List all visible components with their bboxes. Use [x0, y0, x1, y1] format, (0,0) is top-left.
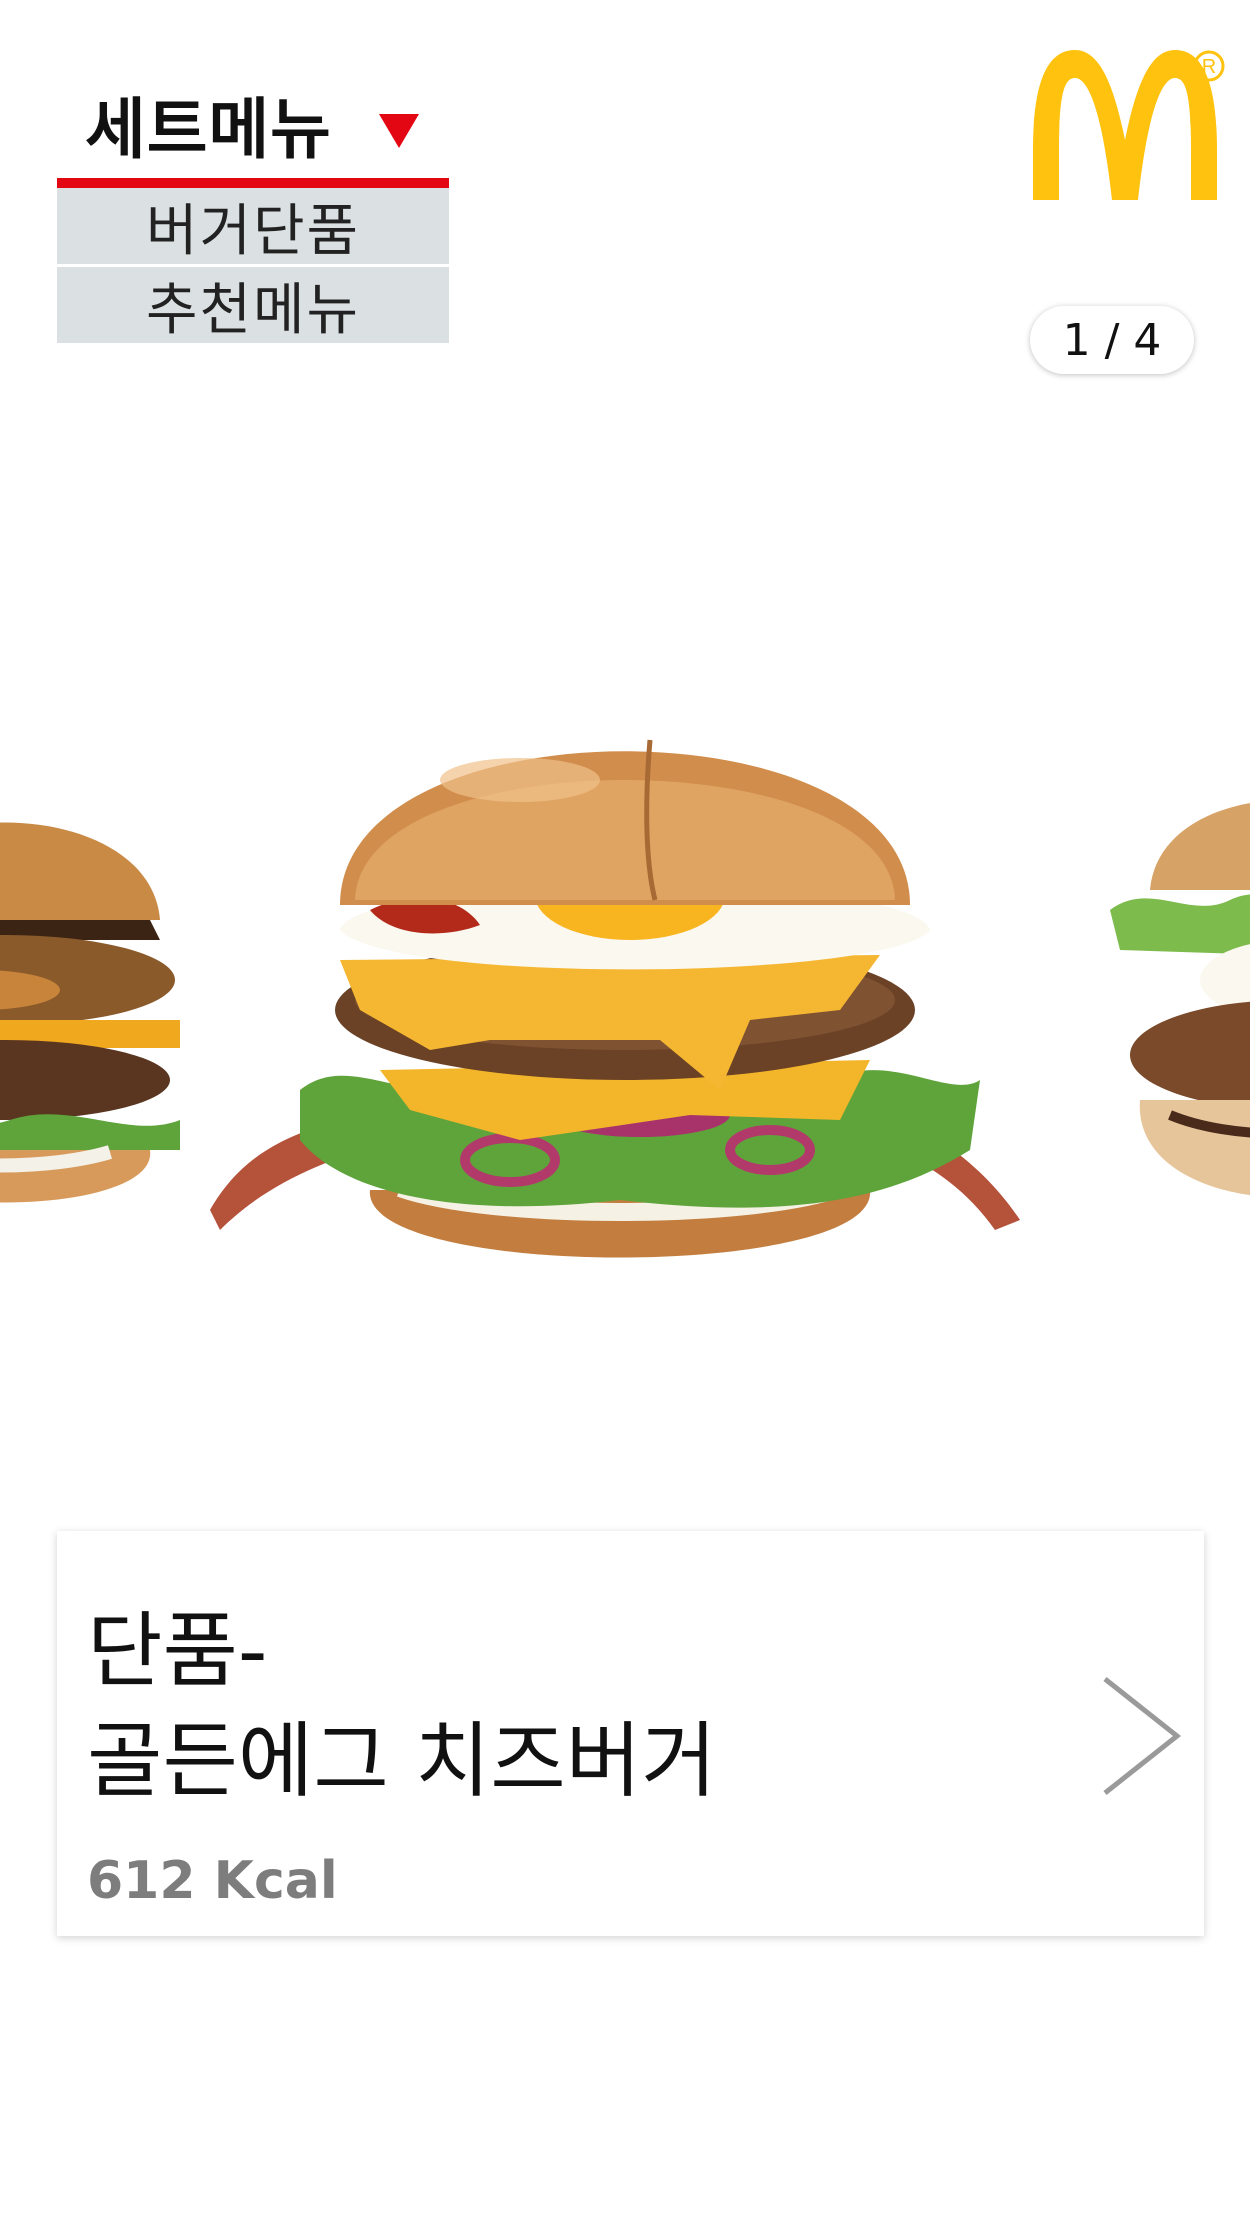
- product-title-line-1: 단품-: [87, 1604, 268, 1699]
- product-card[interactable]: 단품- 골든에그 치즈버거 612 Kcal: [57, 1531, 1204, 1936]
- burger-image-golden-egg-cheese[interactable]: [190, 720, 1050, 1280]
- selected-category-label: 세트메뉴: [85, 91, 332, 168]
- category-option-burger-single[interactable]: 버거단품: [57, 188, 449, 267]
- category-dropdown: 세트메뉴 버거단품 추천메뉴: [57, 70, 449, 346]
- burger-image-previous[interactable]: [0, 750, 180, 1270]
- product-title-line-2: 골든에그 치즈버거: [87, 1714, 717, 1809]
- burger-image-next[interactable]: [1110, 770, 1250, 1250]
- category-option-recommended[interactable]: 추천메뉴: [57, 267, 449, 346]
- page-indicator: 1 / 4: [1030, 306, 1194, 374]
- registered-mark: R: [1202, 56, 1216, 78]
- category-dropdown-toggle[interactable]: 세트메뉴: [57, 70, 449, 178]
- burger-carousel[interactable]: [0, 690, 1250, 1290]
- product-title: 단품- 골든에그 치즈버거: [87, 1597, 717, 1817]
- chevron-right-icon[interactable]: [1097, 1671, 1187, 1801]
- caret-down-icon: [379, 114, 419, 148]
- golden-arches-logo: R: [1033, 50, 1225, 200]
- product-calories: 612 Kcal: [87, 1851, 338, 1911]
- screen: 세트메뉴 버거단품 추천메뉴 R 1 / 4 단품- 골든에그 치즈버거 612…: [0, 0, 1250, 2224]
